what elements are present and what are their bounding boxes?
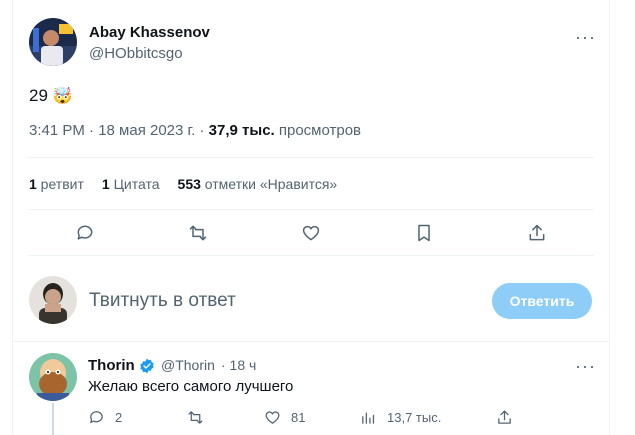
reply-author-avatar[interactable] — [29, 353, 77, 401]
reply-author-name[interactable]: Thorin — [88, 357, 135, 374]
divider — [28, 157, 594, 158]
bookmark-icon[interactable] — [411, 220, 437, 246]
reply-button[interactable]: Ответить — [492, 283, 592, 319]
views-label: просмотров — [274, 122, 362, 139]
more-icon[interactable]: ··· — [575, 28, 596, 46]
reply-reply-action[interactable]: 2 — [88, 409, 122, 426]
reply-timestamp[interactable]: · 18 ч — [221, 357, 256, 373]
share-icon[interactable] — [524, 220, 550, 246]
thread-line — [52, 403, 54, 435]
retweet-icon[interactable] — [185, 220, 211, 246]
tweet-thread: Abay Khassenov @HObbitcsgo ··· 29 🤯 3:41… — [12, 0, 610, 435]
verified-badge-icon — [140, 358, 154, 374]
views-count: 37,9 тыс. — [208, 122, 275, 139]
reply-share-action[interactable] — [496, 409, 523, 426]
divider — [28, 255, 594, 256]
reply-like-action[interactable]: 81 — [264, 409, 305, 426]
quotes-stat[interactable]: 1 Цитата — [102, 176, 160, 192]
reply-input[interactable]: Твитнуть в ответ — [89, 290, 236, 312]
right-border — [609, 0, 610, 435]
reply-icon[interactable] — [72, 220, 98, 246]
reply-likes-count: 81 — [291, 410, 306, 425]
user-avatar[interactable] — [29, 276, 77, 324]
reply-retweet-action[interactable] — [187, 409, 214, 426]
author-handle[interactable]: @HObbitcsgo — [89, 45, 183, 62]
reply-text: Желаю всего самого лучшего — [88, 378, 294, 395]
reply-views-count: 13,7 тыс. — [387, 410, 442, 425]
like-icon[interactable] — [298, 220, 324, 246]
reply-replies-count: 2 — [115, 410, 123, 425]
retweet-icon — [188, 411, 203, 424]
retweets-stat[interactable]: 1 ретвит — [29, 176, 84, 192]
tweet-text: 29 🤯 — [29, 86, 73, 106]
author-name[interactable]: Abay Khassenov — [89, 24, 210, 41]
tweet-meta: 3:41 PM · 18 мая 2023 г. · 37,9 тыс. про… — [29, 122, 361, 139]
tweet-text-content: 29 — [29, 86, 48, 105]
reply-icon — [90, 411, 103, 424]
like-icon — [265, 411, 280, 424]
likes-stat[interactable]: 553 отметки «Нравится» — [178, 176, 338, 192]
reply-author-handle[interactable]: @Thorin — [161, 357, 215, 373]
exploding-head-emoji: 🤯 — [52, 88, 73, 105]
divider — [28, 209, 594, 210]
author-avatar[interactable] — [29, 18, 77, 66]
reply-views-action[interactable]: 13,7 тыс. — [360, 409, 441, 426]
divider — [12, 341, 610, 342]
share-icon — [498, 410, 511, 424]
engagement-stats: 1 ретвит 1 Цитата 553 отметки «Нравится» — [29, 176, 337, 192]
tweet-timestamp[interactable]: 3:41 PM · 18 мая 2023 г. · — [29, 122, 209, 139]
reply-more-icon[interactable]: ··· — [575, 357, 596, 375]
left-border — [12, 0, 13, 435]
views-icon — [362, 412, 375, 424]
